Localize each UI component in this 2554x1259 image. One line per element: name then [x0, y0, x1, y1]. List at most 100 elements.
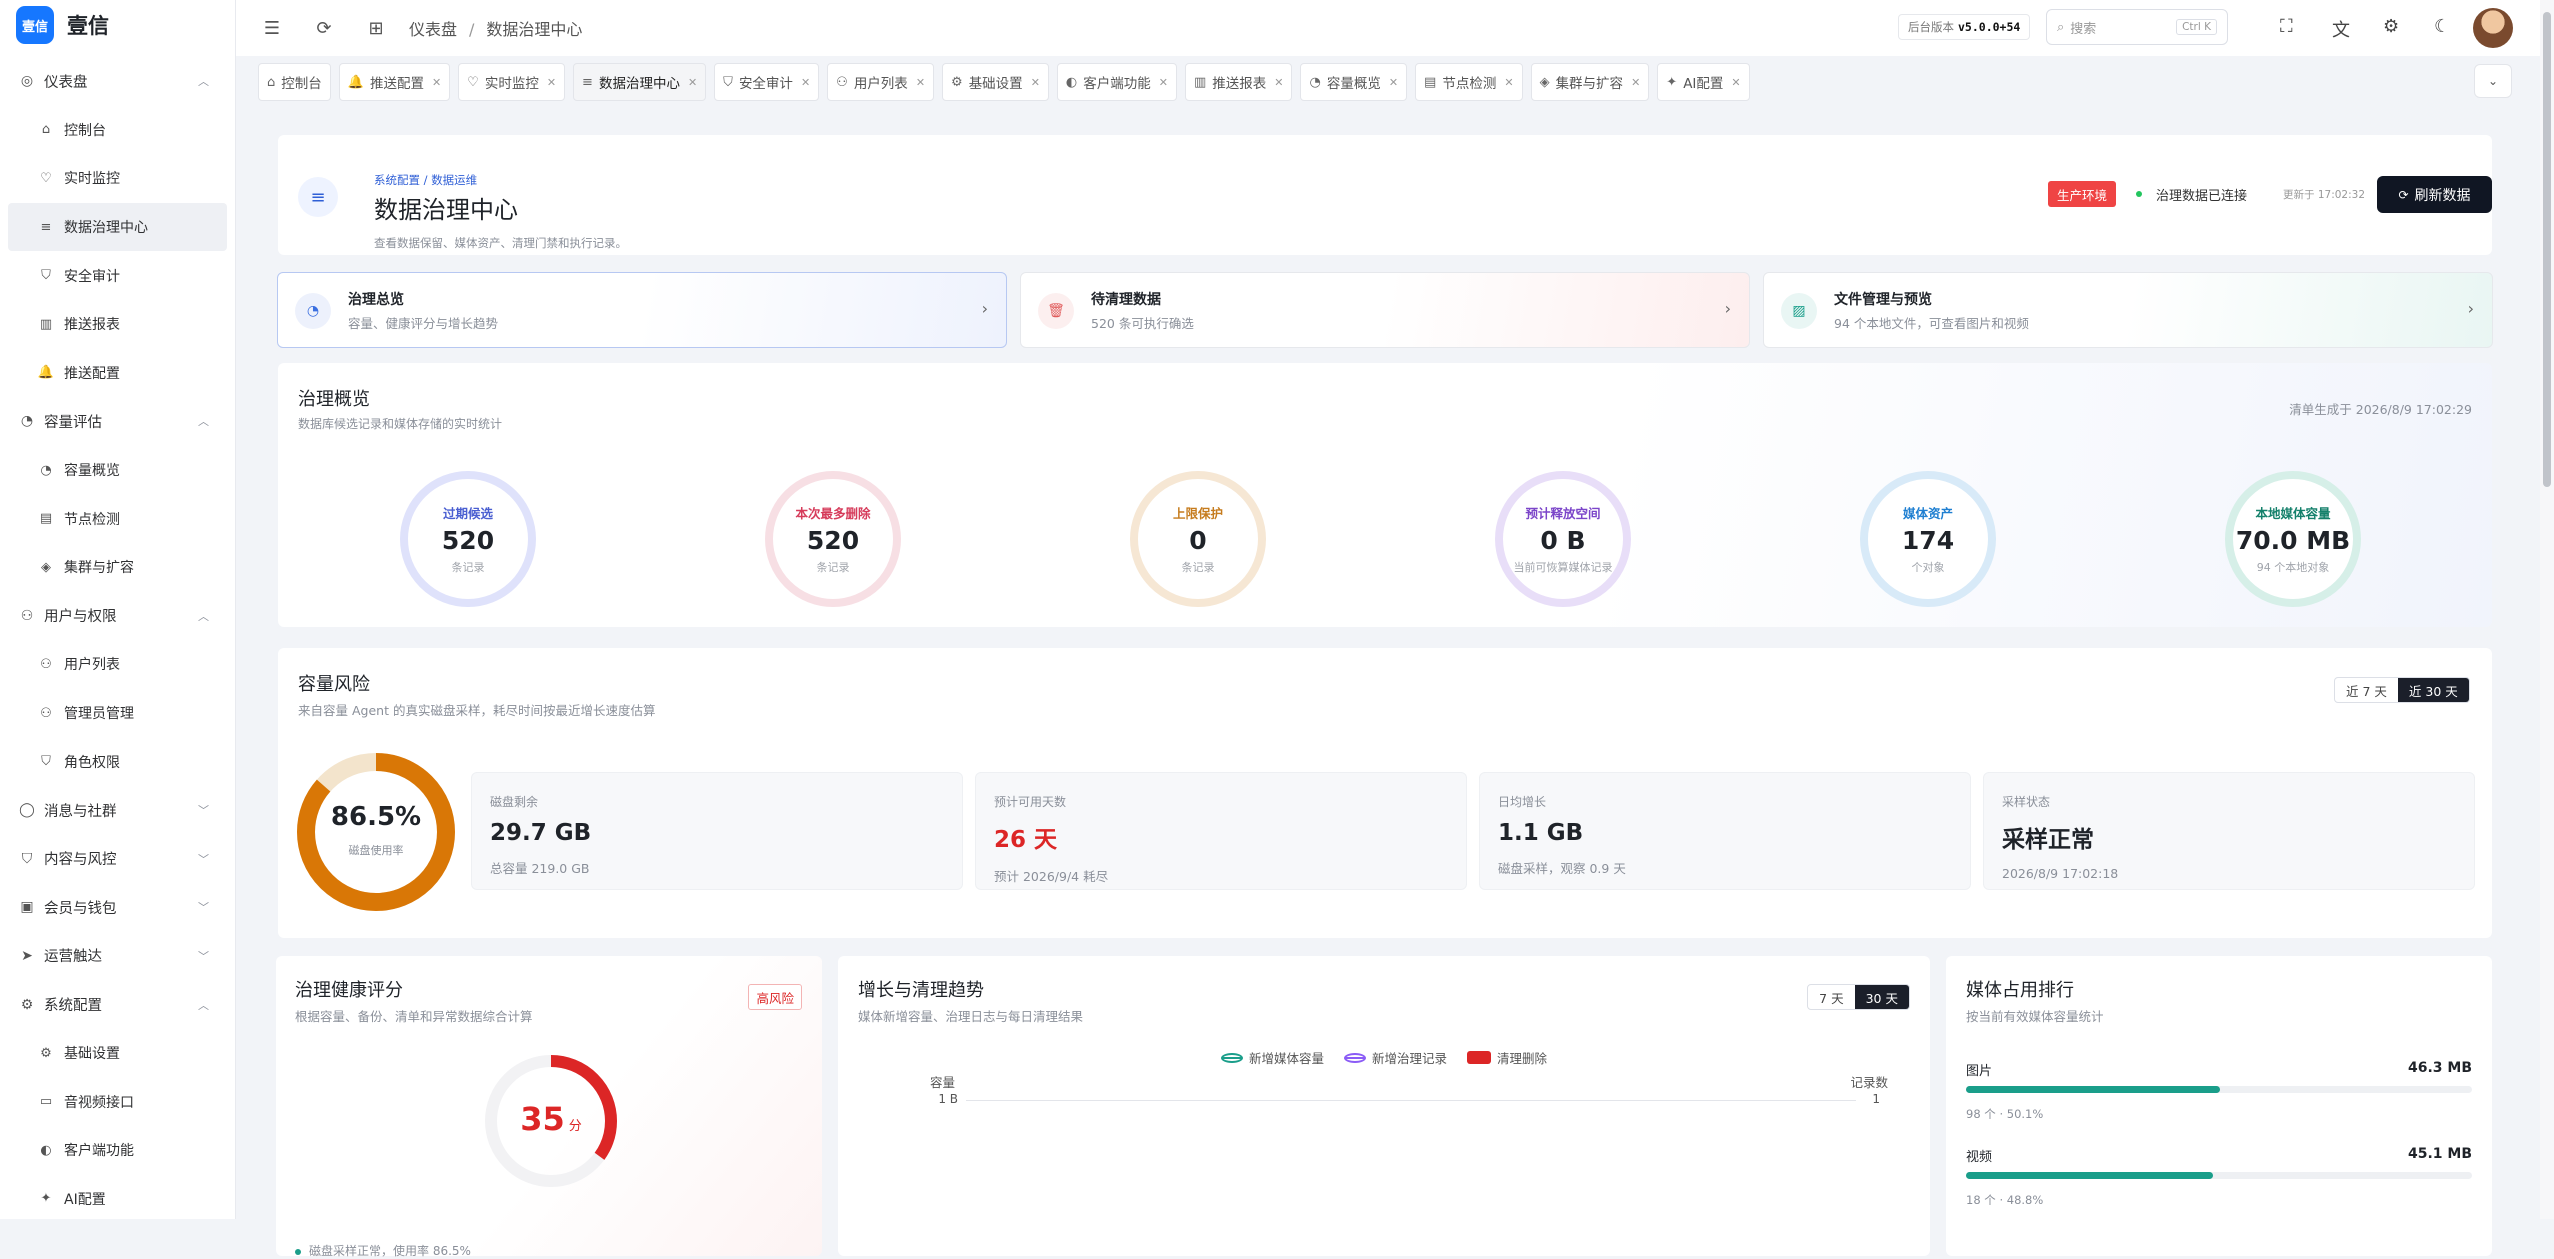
sidebar-item[interactable]: ⚇ 管理员管理 — [0, 689, 235, 738]
sidebar-item[interactable]: ♡ 实时监控 — [0, 154, 235, 203]
tab-label: AI配置 — [1683, 76, 1724, 92]
sidebar-group-label: 用户与权限 — [44, 609, 117, 626]
close-icon[interactable]: ✕ — [688, 76, 697, 89]
legend-item[interactable]: 清理删除 — [1467, 1048, 1547, 1067]
page-crumb-link[interactable]: 系统配置 — [374, 173, 420, 187]
tab[interactable]: ≡ 数据治理中心 ✕ — [573, 63, 707, 101]
search-input[interactable]: ⌕ 搜索 Ctrl K — [2046, 9, 2228, 45]
tab[interactable]: 🔔 推送配置 ✕ — [338, 63, 451, 101]
refresh-data-button[interactable]: ⟳ 刷新数据 — [2377, 176, 2492, 213]
tab[interactable]: ▤ 节点检测 ✕ — [1415, 63, 1523, 101]
sidebar-item[interactable]: ⛉ 角色权限 — [0, 737, 235, 786]
trash-icon: 🗑 — [1038, 293, 1074, 329]
tab[interactable]: ⛉ 安全审计 ✕ — [714, 63, 820, 101]
close-icon[interactable]: ✕ — [1389, 76, 1398, 89]
sidebar-item-label: 音视频接口 — [64, 1094, 134, 1111]
sidebar-group[interactable]: ◯ 消息与社群 ﹀ — [0, 786, 235, 835]
close-icon[interactable]: ✕ — [1031, 76, 1040, 89]
fullscreen-icon[interactable]: ⛶ — [2280, 16, 2293, 37]
stat-label: 本次最多删除 — [795, 506, 871, 521]
sidebar-item[interactable]: ▤ 节点检测 — [0, 494, 235, 543]
page-scrollbar[interactable] — [2540, 0, 2554, 1219]
close-icon[interactable]: ✕ — [547, 76, 556, 89]
app-logo[interactable]: 壹信 壹信 — [0, 0, 235, 50]
tab[interactable]: ⚙ 基础设置 ✕ — [942, 63, 1049, 101]
sidebar-item[interactable]: 🔔 推送配置 — [0, 349, 235, 398]
range-option[interactable]: 近 30 天 — [2397, 678, 2469, 702]
tab[interactable]: ⌂ 控制台 — [258, 63, 331, 101]
close-icon[interactable]: ✕ — [1731, 76, 1740, 89]
page-crumb-link[interactable]: 数据运维 — [431, 173, 477, 187]
sidebar-item[interactable]: ◈ 集群与扩容 — [0, 543, 235, 592]
quick-card[interactable]: 🗑 待清理数据 520 条可执行确选 › — [1020, 272, 1750, 348]
range-option[interactable]: 30 天 — [1854, 985, 1909, 1009]
sidebar-group[interactable]: ⚇ 用户与权限 ︿ — [0, 592, 235, 641]
tab[interactable]: ◔ 容量概览 ✕ — [1300, 63, 1408, 101]
tab[interactable]: ♡ 实时监控 ✕ — [458, 63, 566, 101]
tab[interactable]: ✦ AI配置 ✕ — [1657, 63, 1750, 101]
close-icon[interactable]: ✕ — [916, 76, 925, 89]
sidebar-item[interactable]: ≡ 数据治理中心 — [8, 202, 227, 252]
health-score-wrap: 35 分 — [476, 1100, 626, 1138]
sidebar-group[interactable]: ➤ 运营触达 ﹀ — [0, 932, 235, 981]
settings-icon[interactable]: ⚙ — [2383, 16, 2399, 37]
sidebar-item[interactable]: ⚇ 用户列表 — [0, 640, 235, 689]
close-icon[interactable]: ✕ — [432, 76, 441, 89]
sidebar-item[interactable]: ⛉ 安全审计 — [0, 251, 235, 300]
breadcrumb-item[interactable]: 仪表盘 — [409, 20, 457, 39]
dark-mode-icon[interactable]: ☾ — [2434, 16, 2450, 37]
legend-item[interactable]: 新增治理记录 — [1343, 1048, 1447, 1067]
search-placeholder: 搜索 — [2070, 21, 2097, 37]
chevron-up-icon: ︿ — [198, 415, 209, 429]
tab[interactable]: ⚇ 用户列表 ✕ — [827, 63, 935, 101]
sidebar-item[interactable]: ✦ AI配置 — [0, 1175, 235, 1224]
sidebar-group[interactable]: ⛉ 内容与风控 ﹀ — [0, 835, 235, 884]
refresh-data-label: 刷新数据 — [2414, 187, 2471, 204]
sidebar-item[interactable]: ◔ 容量概览 — [0, 446, 235, 495]
close-icon[interactable]: ✕ — [801, 76, 810, 89]
sidebar-group[interactable]: ◎ 仪表盘 ︿ — [0, 57, 235, 106]
stat-value: 0 — [1189, 526, 1207, 555]
sidebar-group[interactable]: ▣ 会员与钱包 ﹀ — [0, 883, 235, 932]
user-avatar[interactable] — [2473, 8, 2513, 48]
shield-lock-icon: ⛉ — [41, 754, 51, 770]
gauge-icon: ◔ — [295, 293, 331, 329]
sidebar-item[interactable]: ⌂ 控制台 — [0, 106, 235, 155]
sidebar-item-label: 控制台 — [64, 122, 106, 139]
sidebar-item[interactable]: ◐ 客户端功能 — [0, 1126, 235, 1175]
legend-item[interactable]: 新增媒体容量 — [1220, 1048, 1324, 1067]
quick-card[interactable]: ▨ 文件管理与预览 94 个本地文件，可查看图片和视频 › — [1763, 272, 2493, 348]
tab[interactable]: ◈ 集群与扩容 ✕ — [1530, 63, 1650, 101]
sidebar-item[interactable]: ▥ 推送报表 — [0, 300, 235, 349]
chevron-down-icon[interactable]: ⌄ — [2474, 64, 2512, 98]
quick-card-desc: 容量、健康评分与增长趋势 — [348, 316, 499, 331]
quick-card[interactable]: ◔ 治理总览 容量、健康评分与增长趋势 › — [277, 272, 1007, 348]
close-icon[interactable]: ✕ — [1159, 76, 1168, 89]
stat-value: 520 — [806, 526, 860, 555]
toggle-icon: ◐ — [1065, 74, 1078, 90]
users-icon: ⚇ — [40, 656, 52, 672]
scrollbar-thumb[interactable] — [2543, 12, 2551, 487]
sidebar-item-label: 数据治理中心 — [64, 220, 148, 237]
tab-label: 实时监控 — [484, 76, 539, 92]
sidebar-item-label: 客户端功能 — [64, 1143, 134, 1160]
sidebar-group[interactable]: ⚙ 系统配置 ︿ — [0, 980, 235, 1029]
close-icon[interactable]: ✕ — [1274, 76, 1283, 89]
bar-chart-icon: ▥ — [1193, 74, 1207, 90]
overview-title: 治理概览 — [298, 389, 370, 410]
tab[interactable]: ◐ 客户端功能 ✕ — [1056, 63, 1177, 101]
close-icon[interactable]: ✕ — [1504, 76, 1513, 89]
grid-icon[interactable]: ⊞ — [365, 17, 387, 39]
translate-icon[interactable]: 文 — [2332, 16, 2350, 42]
range-option[interactable]: 7 天 — [1808, 985, 1854, 1009]
tab[interactable]: ▥ 推送报表 ✕ — [1184, 63, 1293, 101]
sidebar-group[interactable]: ◔ 容量评估 ︿ — [0, 397, 235, 446]
close-icon[interactable]: ✕ — [1631, 76, 1640, 89]
right-axis-label: 记录数 — [1850, 1075, 1888, 1090]
stat-value: 520 — [441, 526, 495, 555]
menu-toggle-icon[interactable]: ☰ — [261, 17, 283, 39]
range-option[interactable]: 近 7 天 — [2335, 678, 2398, 702]
refresh-icon[interactable]: ⟳ — [313, 17, 335, 39]
sidebar-item[interactable]: ⚙ 基础设置 — [0, 1029, 235, 1078]
sidebar-item[interactable]: ▭ 音视频接口 — [0, 1077, 235, 1126]
